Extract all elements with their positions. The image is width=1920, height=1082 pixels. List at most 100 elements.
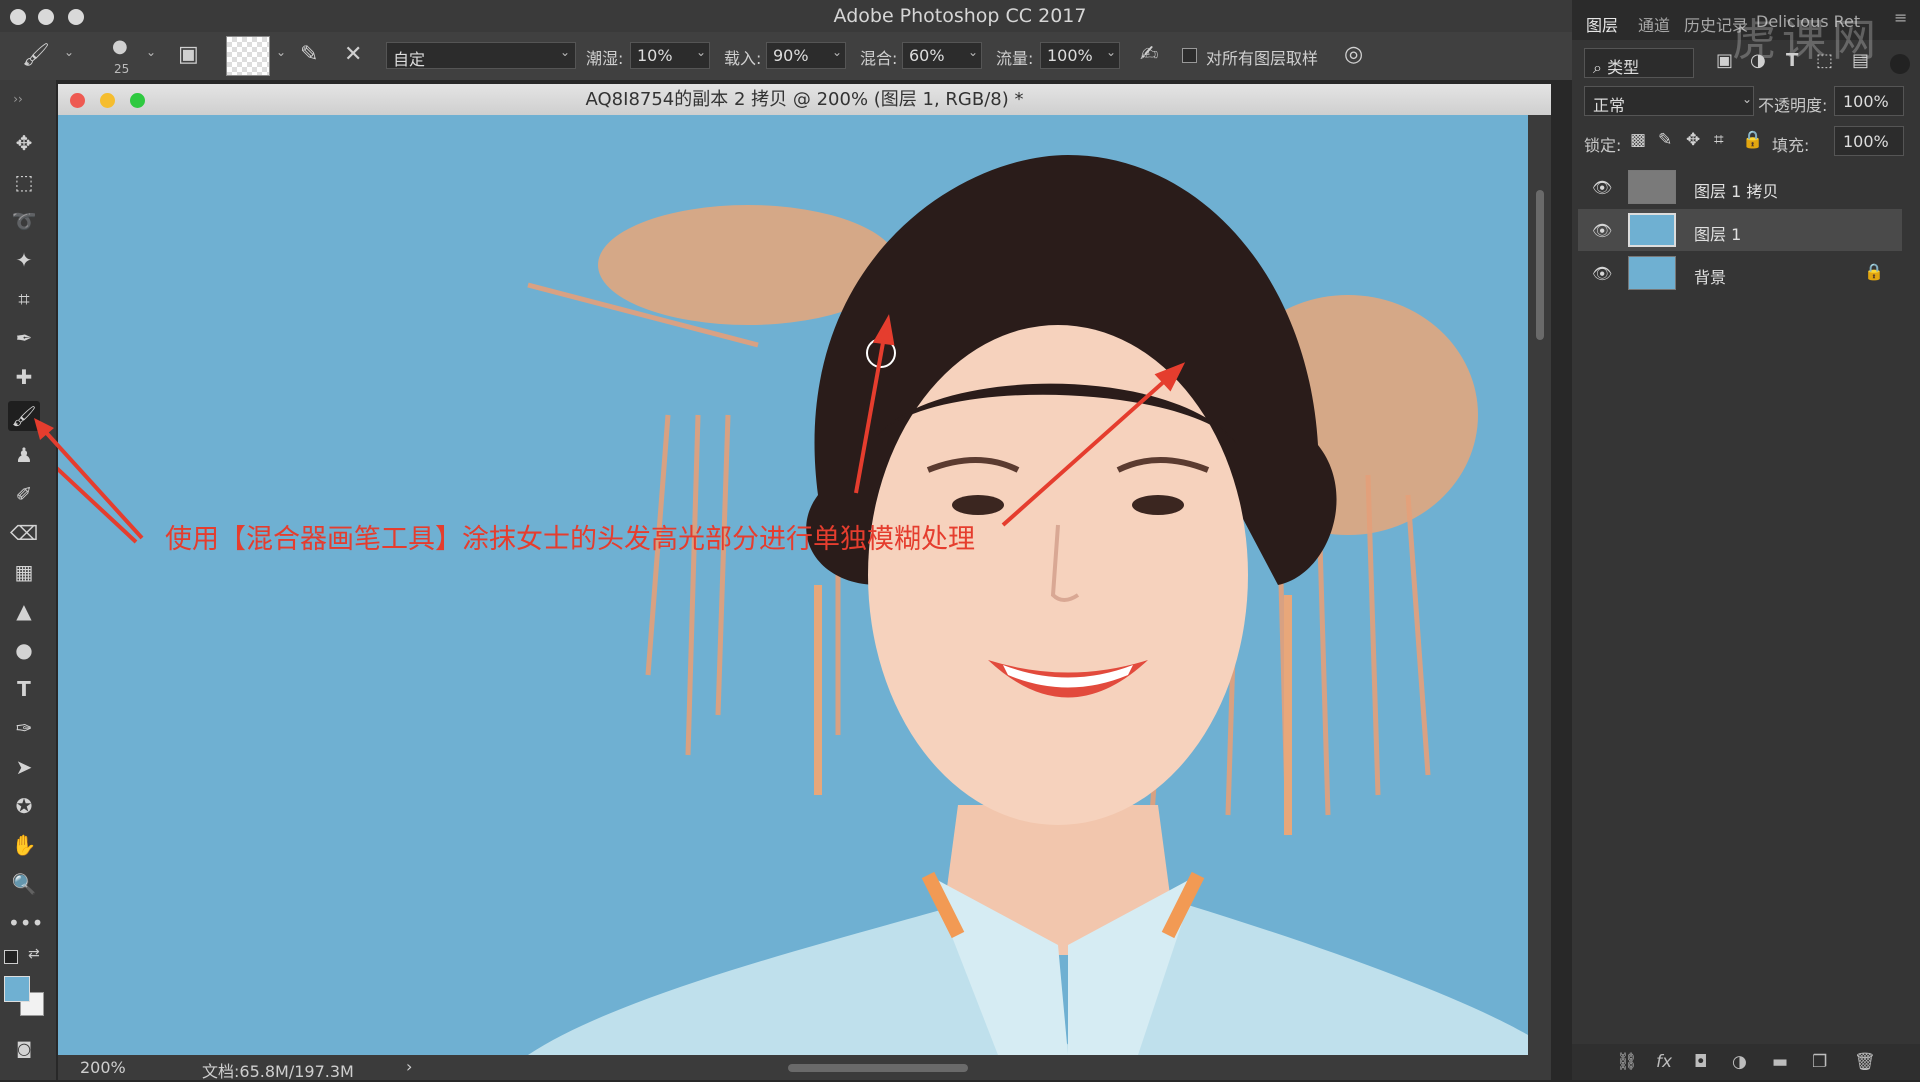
zoom-level[interactable]: 200% (80, 1058, 126, 1077)
add-mask-icon[interactable]: ◘ (1694, 1052, 1707, 1072)
chevron-down-icon[interactable]: ⌄ (832, 45, 842, 59)
tutorial-annotation: 使用【混合器画笔工具】涂抹女士的头发高光部分进行单独模糊处理 (165, 524, 975, 555)
dodge-tool-icon[interactable]: ● (8, 635, 40, 665)
fill-input[interactable]: 100% (1834, 126, 1904, 156)
lock-row: 锁定: ▩ ✎ ✥ ⌗ 🔒 填充: 100% (1572, 124, 1920, 164)
chevron-down-icon[interactable]: ⌄ (64, 45, 74, 59)
chevron-down-icon[interactable]: ⌄ (146, 45, 156, 59)
lasso-tool-icon[interactable]: ➰ (8, 206, 40, 236)
blend-mode-select[interactable]: 正常 (1584, 86, 1754, 116)
sample-all-label: 对所有图层取样 (1206, 49, 1319, 68)
minimize-document-button[interactable] (100, 93, 115, 108)
lock-pixels-icon[interactable]: ✎ (1658, 130, 1672, 150)
shape-tool-icon[interactable]: ✪ (8, 791, 40, 821)
preset-select[interactable]: 自定 (386, 42, 576, 69)
pressure-icon[interactable]: ◎ (1344, 42, 1363, 67)
load-swatch[interactable] (226, 36, 270, 76)
lock-transparency-icon[interactable]: ▩ (1630, 130, 1646, 150)
filter-type-icon[interactable]: T (1786, 50, 1798, 71)
load-brush-icon[interactable]: ✎ (300, 42, 318, 67)
adjustment-layer-icon[interactable]: ◑ (1732, 1052, 1747, 1072)
tab-channels[interactable]: 通道 (1638, 12, 1670, 36)
move-tool-icon[interactable]: ✥ (8, 128, 40, 158)
chevron-down-icon[interactable]: ⌄ (560, 45, 570, 59)
close-document-button[interactable] (70, 93, 85, 108)
chevron-down-icon[interactable]: ⌄ (696, 45, 706, 59)
crop-tool-icon[interactable]: ⌗ (8, 284, 40, 314)
airbrush-icon[interactable]: ✍ (1140, 42, 1158, 67)
lock-icon[interactable]: 🔒 (1864, 262, 1884, 281)
expand-toolbar-icon[interactable]: ›› (2, 84, 34, 114)
layer-row-background[interactable]: 👁 背景 🔒 (1578, 252, 1902, 294)
hand-tool-icon[interactable]: ✋ (8, 830, 40, 860)
lock-artboard-icon[interactable]: ⌗ (1714, 130, 1724, 150)
marquee-tool-icon[interactable]: ⬚ (8, 167, 40, 197)
chevron-down-icon[interactable]: ⌄ (968, 45, 978, 59)
link-layers-icon[interactable]: ⛓ (1616, 1052, 1638, 1072)
layers-panel-footer: ⛓ fx ◘ ◑ ▬ ❐ 🗑 (1572, 1044, 1920, 1080)
brush-tip-icon[interactable]: ● (112, 36, 128, 57)
filter-smart-object-icon[interactable]: ▤ (1852, 50, 1869, 71)
tool-options-bar: 🖌 ⌄ ● 25 ⌄ ▣ ⌄ ✎ ✕ 自定 ⌄ 潮湿: 10% ⌄ 载入: 90… (0, 32, 1572, 80)
new-group-icon[interactable]: ▬ (1772, 1052, 1788, 1072)
eye-icon[interactable]: 👁 (1592, 264, 1612, 283)
chevron-down-icon[interactable]: ⌄ (1106, 45, 1116, 59)
opacity-label: 不透明度: (1758, 96, 1828, 115)
zoom-tool-icon[interactable]: 🔍 (8, 869, 40, 899)
chevron-down-icon[interactable]: ⌄ (1742, 92, 1752, 106)
filter-pixel-icon[interactable]: ▣ (1716, 50, 1733, 71)
portrait-illustration (58, 115, 1528, 1055)
document-titlebar: AQ8I8754的副本 2 拷贝 @ 200% (图层 1, RGB/8) * (58, 84, 1551, 115)
gradient-tool-icon[interactable]: ▦ (8, 557, 40, 587)
eye-icon[interactable]: 👁 (1592, 221, 1612, 240)
fill-label: 填充: (1772, 136, 1810, 155)
foreground-color-swatch[interactable] (4, 976, 30, 1002)
blur-tool-icon[interactable]: ▲ (8, 596, 40, 626)
blend-row: 正常 ⌄ 不透明度: 100% (1572, 84, 1920, 124)
status-menu-icon[interactable]: › (406, 1057, 412, 1076)
annotation-arrow-tool (34, 418, 144, 540)
filter-adjustment-icon[interactable]: ◑ (1750, 50, 1766, 71)
document-title: AQ8I8754的副本 2 拷贝 @ 200% (图层 1, RGB/8) * (585, 89, 1024, 110)
type-tool-icon[interactable]: T (8, 674, 40, 704)
image-canvas[interactable] (58, 115, 1528, 1055)
brush-panel-icon[interactable]: ▣ (178, 42, 199, 67)
lock-position-icon[interactable]: ✥ (1686, 130, 1700, 150)
vertical-scrollbar[interactable] (1528, 115, 1551, 1055)
clean-brush-icon[interactable]: ✕ (344, 42, 362, 67)
layer-name: 图层 1 拷贝 (1694, 182, 1779, 201)
sample-all-checkbox[interactable] (1182, 48, 1197, 63)
lock-label: 锁定: (1584, 136, 1622, 155)
swap-colors-icon[interactable]: ⇄ (28, 946, 40, 962)
zoom-document-button[interactable] (130, 93, 145, 108)
eyedropper-tool-icon[interactable]: ✒ (8, 323, 40, 353)
magic-wand-tool-icon[interactable]: ✦ (8, 245, 40, 275)
tools-panel: ›› ✥ ⬚ ➰ ✦ ⌗ ✒ ✚ 🖌 ♟ ✐ ⌫ ▦ ▲ ● T ✑ ➤ ✪ ✋… (0, 80, 56, 1080)
new-layer-icon[interactable]: ❐ (1812, 1052, 1827, 1072)
layer-name: 背景 (1694, 268, 1727, 287)
filter-shape-icon[interactable]: ⬚ (1816, 50, 1833, 71)
document-size: 文档:65.8M/197.3M (202, 1062, 354, 1081)
opacity-input[interactable]: 100% (1834, 86, 1904, 116)
horizontal-scroll-thumb[interactable] (788, 1064, 968, 1072)
eye-icon[interactable]: 👁 (1592, 178, 1612, 197)
fx-icon[interactable]: fx (1656, 1052, 1672, 1072)
more-tools-icon[interactable]: ••• (8, 908, 43, 938)
default-colors-icon[interactable] (4, 950, 18, 964)
document-window: AQ8I8754的副本 2 拷贝 @ 200% (图层 1, RGB/8) * (58, 84, 1551, 1081)
mixer-brush-preset-icon[interactable]: 🖌 (22, 43, 50, 68)
vertical-scroll-thumb[interactable] (1536, 190, 1544, 340)
delete-layer-icon[interactable]: 🗑 (1854, 1052, 1876, 1072)
layer-row[interactable]: 👁 图层 1 拷贝 (1578, 166, 1902, 208)
filter-toggle[interactable] (1890, 54, 1910, 74)
quick-mask-icon[interactable]: ◙ (8, 1034, 40, 1064)
chevron-down-icon[interactable]: ⌄ (276, 45, 286, 59)
layer-row-selected[interactable]: 👁 图层 1 (1578, 209, 1902, 251)
path-selection-tool-icon[interactable]: ➤ (8, 752, 40, 782)
healing-tool-icon[interactable]: ✚ (8, 362, 40, 392)
lock-all-icon[interactable]: 🔒 (1742, 130, 1763, 150)
pen-tool-icon[interactable]: ✑ (8, 713, 40, 743)
tab-layers[interactable]: 图层 (1586, 12, 1618, 36)
layer-filter-select[interactable]: ⌕ 类型 (1584, 48, 1694, 78)
panel-menu-icon[interactable]: ≡ (1894, 8, 1907, 27)
